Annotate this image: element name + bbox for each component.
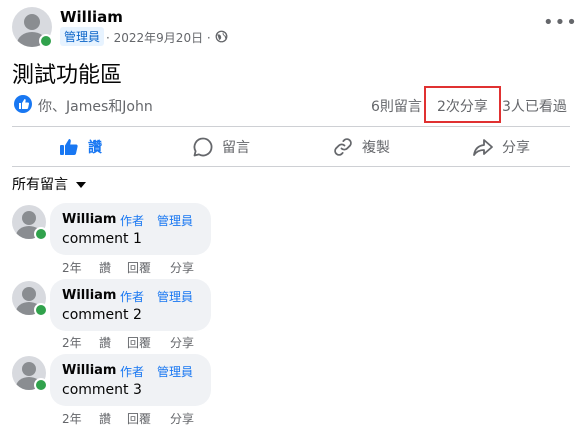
comment-button-label: 留言 bbox=[222, 140, 250, 156]
comment-bubble-icon bbox=[193, 137, 213, 157]
comment-bubble bbox=[50, 203, 211, 255]
divider-bottom bbox=[12, 166, 570, 167]
author-tag: 作者 bbox=[120, 290, 145, 304]
comment-text: comment 2 bbox=[62, 307, 142, 323]
comment-share-button[interactable]: 分享 bbox=[170, 259, 194, 276]
comment-share-button[interactable]: 分享 bbox=[170, 334, 194, 351]
comment-time[interactable]: 2年 bbox=[62, 410, 82, 427]
comment-reply-button[interactable]: 回覆 bbox=[127, 334, 151, 351]
author-tag: 作者 bbox=[120, 214, 145, 228]
share-button[interactable]: 分享 bbox=[472, 131, 530, 163]
comment-like-button[interactable]: 讚 bbox=[99, 410, 111, 427]
admin-tag: 管理員 bbox=[157, 214, 194, 228]
reactors-list[interactable]: 你、James和John bbox=[38, 96, 153, 116]
online-status-dot bbox=[34, 378, 48, 392]
online-status-dot bbox=[34, 227, 48, 241]
like-button-label: 讚 bbox=[88, 140, 102, 156]
like-reaction-icon bbox=[14, 95, 32, 113]
shares-highlight-box bbox=[424, 86, 501, 123]
comments-filter[interactable]: 所有留言 bbox=[12, 174, 87, 194]
comments-count[interactable]: 6則留言 bbox=[371, 96, 422, 116]
divider-top bbox=[12, 126, 570, 127]
thumbs-up-icon bbox=[60, 139, 78, 155]
comment-author[interactable]: William bbox=[62, 363, 116, 378]
share-arrow-icon bbox=[473, 139, 493, 156]
author-name[interactable]: William bbox=[60, 8, 123, 26]
views-count[interactable]: 3人已看過 bbox=[502, 96, 567, 116]
comment-like-button[interactable]: 讚 bbox=[99, 334, 111, 351]
comment-share-button[interactable]: 分享 bbox=[170, 410, 194, 427]
comment-bubble bbox=[50, 354, 211, 406]
online-status-dot bbox=[34, 303, 48, 317]
post-text: 測試功能區 bbox=[12, 63, 123, 88]
author-tag: 作者 bbox=[120, 365, 145, 379]
more-options-icon[interactable]: ••• bbox=[543, 12, 575, 33]
comment-author[interactable]: William bbox=[62, 212, 116, 227]
comment-reply-button[interactable]: 回覆 bbox=[127, 259, 151, 276]
comment-text: comment 1 bbox=[62, 231, 142, 247]
comment-reply-button[interactable]: 回覆 bbox=[127, 410, 151, 427]
admin-tag: 管理員 bbox=[157, 365, 194, 379]
comment-button[interactable]: 留言 bbox=[192, 131, 250, 163]
share-button-label: 分享 bbox=[502, 140, 530, 156]
comment-text: comment 3 bbox=[62, 382, 142, 398]
post-date[interactable]: · 2022年9月20日 · bbox=[106, 29, 211, 46]
comments-filter-label: 所有留言 bbox=[12, 177, 68, 193]
copy-button[interactable]: 複製 bbox=[332, 131, 390, 163]
caret-down-icon bbox=[76, 182, 87, 188]
globe-icon bbox=[215, 30, 228, 43]
link-icon bbox=[334, 138, 352, 156]
comment-bubble bbox=[50, 279, 211, 331]
comment-like-button[interactable]: 讚 bbox=[99, 259, 111, 276]
admin-badge: 管理員 bbox=[60, 27, 105, 46]
online-status-dot bbox=[39, 34, 53, 48]
comment-author[interactable]: William bbox=[62, 288, 116, 303]
like-button[interactable]: 讚 bbox=[58, 131, 102, 163]
admin-tag: 管理員 bbox=[157, 290, 194, 304]
copy-button-label: 複製 bbox=[362, 140, 390, 156]
comment-time[interactable]: 2年 bbox=[62, 259, 82, 276]
comment-time[interactable]: 2年 bbox=[62, 334, 82, 351]
